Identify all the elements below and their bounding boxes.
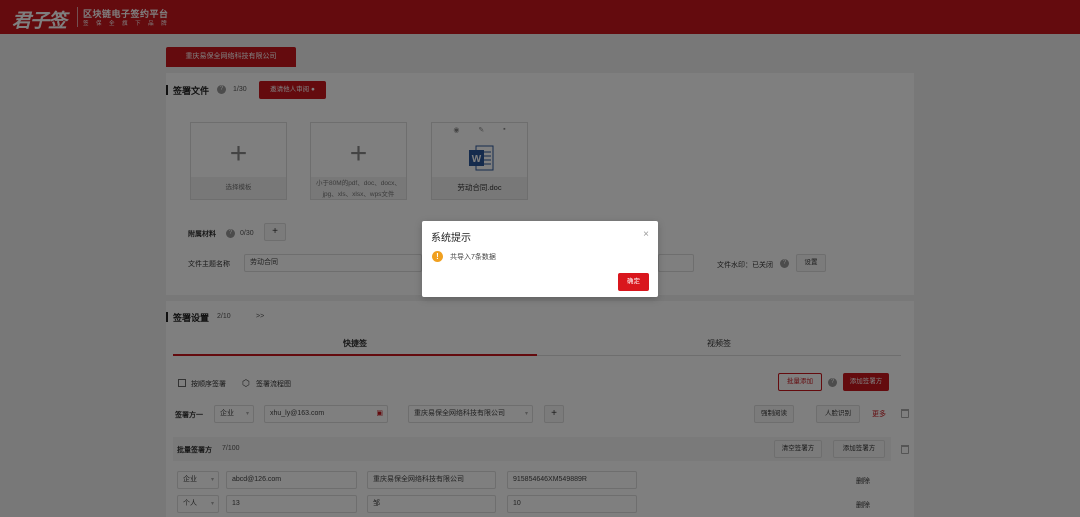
dialog-message: 共导入7条数据 [450, 254, 496, 261]
warning-icon: ! [432, 251, 443, 262]
system-prompt-dialog: 系统提示 × ! 共导入7条数据 确定 [422, 221, 658, 297]
close-icon[interactable]: × [643, 229, 649, 240]
dialog-title: 系统提示 [431, 233, 471, 244]
confirm-button[interactable]: 确定 [618, 273, 649, 291]
